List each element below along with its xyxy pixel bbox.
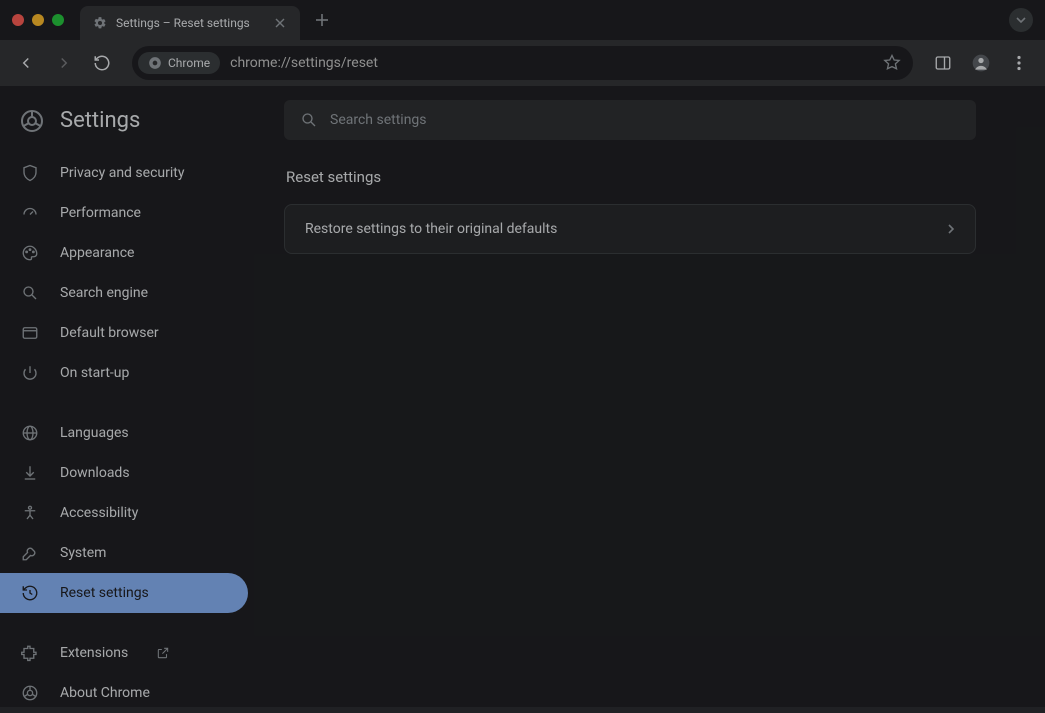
nav-label: Default browser bbox=[60, 325, 159, 341]
sidebar-item-search-engine[interactable]: Search engine bbox=[0, 273, 248, 313]
nav-label: Privacy and security bbox=[60, 165, 184, 181]
site-chip[interactable]: Chrome bbox=[138, 52, 220, 74]
browser-tab[interactable]: Settings – Reset settings bbox=[80, 6, 300, 40]
external-link-icon bbox=[156, 646, 170, 660]
search-icon bbox=[300, 111, 318, 129]
nav-label: Languages bbox=[60, 425, 129, 441]
shield-icon bbox=[20, 163, 40, 183]
wrench-icon bbox=[20, 543, 40, 563]
row-label: Restore settings to their original defau… bbox=[305, 221, 557, 237]
chrome-icon bbox=[20, 683, 40, 703]
tab-strip: Settings – Reset settings bbox=[0, 0, 1045, 40]
window-maximize-button[interactable] bbox=[52, 14, 64, 26]
sidebar-item-on-startup[interactable]: On start-up bbox=[0, 353, 248, 393]
nav-label: Search engine bbox=[60, 285, 148, 301]
url-text: chrome://settings/reset bbox=[230, 55, 378, 71]
reset-settings-card: Restore settings to their original defau… bbox=[284, 204, 976, 254]
sidebar-item-system[interactable]: System bbox=[0, 533, 248, 573]
nav-label: Extensions bbox=[60, 645, 128, 661]
forward-button[interactable] bbox=[48, 47, 80, 79]
gear-icon bbox=[92, 15, 108, 31]
sidebar-item-downloads[interactable]: Downloads bbox=[0, 453, 248, 493]
section-title: Reset settings bbox=[284, 168, 1005, 186]
new-tab-button[interactable] bbox=[308, 6, 336, 34]
back-button[interactable] bbox=[10, 47, 42, 79]
window-close-button[interactable] bbox=[12, 14, 24, 26]
nav-label: Accessibility bbox=[60, 505, 138, 521]
settings-search-input[interactable] bbox=[330, 112, 960, 128]
menu-button[interactable] bbox=[1003, 47, 1035, 79]
sidebar-item-reset-settings[interactable]: Reset settings bbox=[0, 573, 248, 613]
traffic-lights bbox=[12, 14, 64, 26]
profile-button[interactable] bbox=[965, 47, 997, 79]
sidebar-item-default-browser[interactable]: Default browser bbox=[0, 313, 248, 353]
nav-label: Downloads bbox=[60, 465, 130, 481]
address-bar[interactable]: Chrome chrome://settings/reset bbox=[132, 46, 913, 80]
search-icon bbox=[20, 283, 40, 303]
site-chip-label: Chrome bbox=[168, 56, 210, 70]
nav-label: On start-up bbox=[60, 365, 129, 381]
chrome-logo-icon bbox=[20, 109, 44, 133]
browser-toolbar: Chrome chrome://settings/reset bbox=[0, 40, 1045, 86]
side-panel-button[interactable] bbox=[927, 47, 959, 79]
browser-icon bbox=[20, 323, 40, 343]
history-icon bbox=[20, 583, 40, 603]
accessibility-icon bbox=[20, 503, 40, 523]
power-icon bbox=[20, 363, 40, 383]
download-icon bbox=[20, 463, 40, 483]
sidebar-header: Settings bbox=[0, 100, 256, 153]
nav-section-1: Privacy and security Performance Appeara… bbox=[0, 153, 256, 393]
nav-label: Reset settings bbox=[60, 585, 149, 601]
nav-label: About Chrome bbox=[60, 685, 150, 701]
nav-section-2: Languages Downloads Accessibility System… bbox=[0, 413, 256, 613]
globe-icon bbox=[20, 423, 40, 443]
speedometer-icon bbox=[20, 203, 40, 223]
sidebar-item-appearance[interactable]: Appearance bbox=[0, 233, 248, 273]
extension-icon bbox=[20, 643, 40, 663]
palette-icon bbox=[20, 243, 40, 263]
restore-defaults-row[interactable]: Restore settings to their original defau… bbox=[285, 205, 975, 253]
sidebar-item-about-chrome[interactable]: About Chrome bbox=[0, 673, 248, 713]
sidebar-item-extensions[interactable]: Extensions bbox=[0, 633, 248, 673]
settings-title: Settings bbox=[60, 108, 140, 133]
bookmark-star-icon[interactable] bbox=[883, 54, 901, 72]
sidebar-item-performance[interactable]: Performance bbox=[0, 193, 248, 233]
reload-button[interactable] bbox=[86, 47, 118, 79]
tab-close-button[interactable] bbox=[272, 15, 288, 31]
tab-title: Settings – Reset settings bbox=[116, 16, 264, 30]
nav-label: System bbox=[60, 545, 106, 561]
nav-label: Performance bbox=[60, 205, 141, 221]
settings-content: Settings Privacy and security Performanc… bbox=[0, 86, 1045, 707]
settings-main-panel: Reset settings Restore settings to their… bbox=[256, 86, 1045, 707]
chevron-right-icon bbox=[947, 224, 955, 234]
nav-label: Appearance bbox=[60, 245, 134, 261]
chrome-icon bbox=[148, 56, 162, 70]
settings-search[interactable] bbox=[284, 100, 976, 140]
tabs-dropdown-button[interactable] bbox=[1009, 8, 1033, 32]
sidebar-item-privacy[interactable]: Privacy and security bbox=[0, 153, 248, 193]
nav-section-3: Extensions About Chrome bbox=[0, 633, 256, 713]
settings-sidebar: Settings Privacy and security Performanc… bbox=[0, 86, 256, 707]
sidebar-item-accessibility[interactable]: Accessibility bbox=[0, 493, 248, 533]
sidebar-item-languages[interactable]: Languages bbox=[0, 413, 248, 453]
window-minimize-button[interactable] bbox=[32, 14, 44, 26]
